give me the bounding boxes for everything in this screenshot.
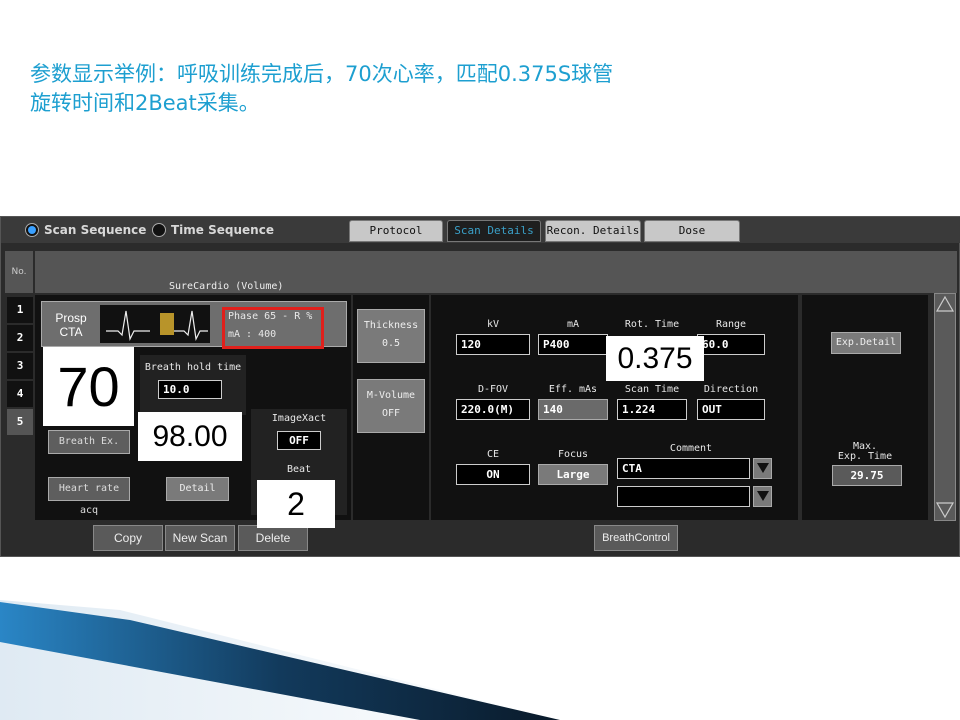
kv-label: kV xyxy=(486,319,500,330)
chevron-down-icon xyxy=(756,463,769,473)
exp-detail-button[interactable]: Exp.Detail xyxy=(831,332,901,354)
breath-hold-label: Breath hold time xyxy=(144,362,242,373)
dfov-label: D-FOV xyxy=(477,384,509,395)
comment-label: Comment xyxy=(669,443,713,454)
ce-label: CE xyxy=(486,449,500,460)
scan-number-column: No. 1 2 3 4 5 xyxy=(5,251,33,491)
tab-dose[interactable]: Dose xyxy=(644,220,740,242)
comment-dropdown-1[interactable] xyxy=(753,458,772,479)
copy-button[interactable]: Copy xyxy=(93,525,163,551)
scan-row-2[interactable]: 2 xyxy=(7,325,33,351)
slide-title: 参数显示举例：呼吸训练完成后，70次心率，匹配0.375S球管 旋转时间和2Be… xyxy=(30,60,790,118)
focus-label: Focus xyxy=(557,449,589,460)
m-volume-value: OFF xyxy=(381,408,401,419)
thickness-value: 0.5 xyxy=(381,338,401,349)
range-field[interactable]: 60.0 xyxy=(697,334,765,355)
eff-mas-label: Eff. mAs xyxy=(548,384,598,395)
delete-button[interactable]: Delete xyxy=(238,525,308,551)
scroll-down-icon[interactable] xyxy=(935,500,955,520)
thickness-button[interactable]: Thickness 0.5 xyxy=(357,309,425,363)
scan-row-3[interactable]: 3 xyxy=(7,353,33,379)
dfov-field[interactable]: 220.0(M) xyxy=(456,399,530,420)
breath-ex-button[interactable]: Breath Ex. xyxy=(48,430,130,454)
tab-protocol[interactable]: Protocol xyxy=(349,220,443,242)
focus-field[interactable]: Large xyxy=(538,464,608,485)
imagexact-label: ImageXact xyxy=(271,413,327,424)
ma-label: mA xyxy=(566,319,580,330)
scan-time-label: Scan Time xyxy=(624,384,680,395)
m-volume-label: M-Volume xyxy=(366,390,416,401)
breath-value-callout: 98.00 xyxy=(138,412,242,461)
new-scan-button[interactable]: New Scan xyxy=(165,525,235,551)
imagexact-field[interactable]: OFF xyxy=(277,431,321,450)
number-column-header: No. xyxy=(5,251,33,293)
range-label: Range xyxy=(715,319,747,330)
top-bar: Scan Sequence Time Sequence Protocol Sca… xyxy=(1,217,960,243)
direction-field[interactable]: OUT xyxy=(697,399,765,420)
beat-label: Beat xyxy=(286,464,312,475)
max-exp-label-2: Exp. Time xyxy=(837,451,893,462)
eff-mas-field: 140 xyxy=(538,399,608,420)
mode-label-line-2: CTA xyxy=(59,325,83,339)
thickness-label: Thickness xyxy=(363,320,419,331)
scroll-up-icon[interactable] xyxy=(935,294,955,314)
heart-rate-callout: 70 xyxy=(43,347,134,426)
ce-field[interactable]: ON xyxy=(456,464,530,485)
beat-callout: 2 xyxy=(257,480,335,528)
ma-text: mA : 400 xyxy=(228,329,277,340)
rot-time-label: Rot. Time xyxy=(624,319,680,330)
ecg-waveform-icon xyxy=(100,305,210,343)
exposure-panel xyxy=(802,295,928,520)
scan-row-1[interactable]: 1 xyxy=(7,297,33,323)
max-exp-time-field: 29.75 xyxy=(832,465,902,486)
ma-field[interactable]: P400 xyxy=(538,334,608,355)
slide-title-line-2: 旋转时间和2Beat采集。 xyxy=(30,91,260,115)
rot-time-callout: 0.375 xyxy=(606,336,704,381)
heart-rate-acq-button[interactable]: Heart rate acq xyxy=(48,477,130,516)
kv-field[interactable]: 120 xyxy=(456,334,530,355)
breath-control-button[interactable]: BreathControl xyxy=(594,525,678,551)
mode-label-line-1: Prosp xyxy=(55,311,87,325)
scan-sequence-label[interactable]: Scan Sequence xyxy=(44,223,146,237)
tab-scan-details[interactable]: Scan Details xyxy=(447,220,541,242)
time-sequence-label[interactable]: Time Sequence xyxy=(171,223,274,237)
scan-console: Scan Sequence Time Sequence Protocol Sca… xyxy=(0,216,960,557)
detail-button[interactable]: Detail xyxy=(166,477,229,501)
scan-sequence-radio[interactable] xyxy=(25,223,39,237)
m-volume-button[interactable]: M-Volume OFF xyxy=(357,379,425,433)
breath-hold-field[interactable]: 10.0 xyxy=(158,380,222,399)
slide-title-line-1: 参数显示举例：呼吸训练完成后，70次心率，匹配0.375S球管 xyxy=(30,62,614,86)
phase-text: Phase 65 - R % xyxy=(228,311,313,322)
plan-title: SureCardio (Volume) xyxy=(169,281,284,292)
decorative-swoosh xyxy=(0,600,560,720)
tab-recon-details[interactable]: Recon. Details xyxy=(545,220,641,242)
scan-row-4[interactable]: 4 xyxy=(7,381,33,407)
comment-dropdown-2[interactable] xyxy=(753,486,772,507)
comment-field-2[interactable] xyxy=(617,486,750,507)
chevron-down-icon xyxy=(756,491,769,501)
comment-field-1[interactable]: CTA xyxy=(617,458,750,479)
direction-label: Direction xyxy=(703,384,759,395)
time-sequence-radio[interactable] xyxy=(152,223,166,237)
scan-row-5[interactable]: 5 xyxy=(7,409,33,435)
scan-time-field: 1.224 xyxy=(617,399,687,420)
vertical-scrollbar[interactable] xyxy=(934,293,956,521)
